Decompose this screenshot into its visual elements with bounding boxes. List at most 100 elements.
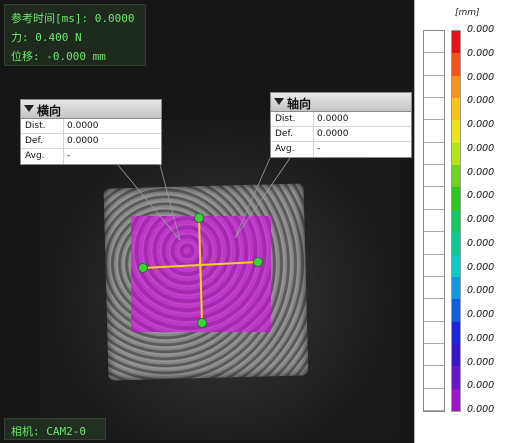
callout-axial[interactable]: 轴向 Dist. 0.0000 Def. 0.0000 Avg. -	[270, 92, 412, 158]
row-divider	[313, 112, 314, 126]
color-segment	[452, 53, 460, 77]
marker-right	[253, 257, 263, 267]
row-divider	[313, 127, 314, 141]
scale-tick-label: 0.000	[467, 142, 495, 154]
callout-row: Avg. -	[271, 142, 411, 157]
scale-tick-label: 0.000	[467, 380, 495, 392]
scale-grid-cell	[424, 255, 444, 277]
displacement-readout: 位移: -0.000 mm	[11, 50, 106, 63]
scale-grid-cell	[424, 187, 444, 210]
callout-row: Dist. 0.0000	[271, 112, 411, 127]
scale-tick-label: 0.000	[467, 119, 495, 130]
row-value: 0.0000	[317, 114, 349, 124]
scale-tick-label: 0.000	[467, 309, 495, 320]
row-value: -	[317, 144, 321, 154]
row-value: 0.0000	[67, 136, 99, 146]
color-segment	[452, 321, 460, 345]
row-divider	[63, 134, 64, 148]
scale-tick-label: 0.000	[467, 356, 495, 368]
color-segment	[452, 98, 460, 121]
scale-grid-cell	[424, 232, 444, 255]
callout-row: Dist. 0.0000	[21, 119, 161, 134]
color-segment	[452, 209, 460, 233]
color-segment	[452, 388, 460, 412]
scale-tick-label: 0.000	[467, 237, 495, 249]
scale-grid-cell	[424, 143, 444, 166]
scale-tick-label: 0.000	[467, 71, 495, 83]
marker-bottom	[197, 318, 207, 328]
row-label: Avg.	[25, 151, 45, 161]
vertical-extensometer-line	[198, 217, 203, 324]
force-readout: 力: 0.400 N	[11, 31, 82, 44]
row-value: 0.0000	[317, 129, 349, 139]
callout-row: Def. 0.0000	[271, 127, 411, 142]
color-segment	[452, 276, 460, 300]
row-label: Avg.	[275, 144, 295, 154]
leader-line-left-a	[117, 164, 181, 241]
callout-transverse[interactable]: 横向 Dist. 0.0000 Def. 0.0000 Avg. -	[20, 99, 162, 165]
scale-grid-cell	[424, 210, 444, 233]
row-divider	[313, 142, 314, 157]
row-label: Dist.	[25, 121, 46, 131]
camera-label-box: 相机: CAM2-0	[4, 418, 106, 440]
camera-label: 相机: CAM2-0	[11, 425, 86, 438]
scale-tick-label: 0.000	[467, 332, 495, 344]
color-segment	[452, 366, 460, 390]
scale-tick-label: 0.000	[467, 47, 495, 59]
row-label: Def.	[25, 136, 43, 146]
scale-tick-label: 0.000	[467, 214, 495, 225]
scale-grid-cell	[424, 389, 444, 411]
camera-viewport[interactable]: 参考时间[ms]: 0.0000 力: 0.400 N 位移: -0.000 m…	[0, 0, 414, 443]
scale-tick-label: 0.000	[467, 95, 495, 107]
leader-line-right-a	[234, 157, 291, 239]
leader-line-left-b	[159, 164, 181, 241]
color-segment	[452, 31, 460, 54]
scale-unit-label: [mm]	[455, 8, 480, 18]
scale-grid-cell	[424, 299, 444, 322]
scale-grid-cell	[424, 277, 444, 300]
color-segment	[452, 343, 460, 367]
callout-axial-header[interactable]: 轴向	[271, 93, 411, 112]
row-divider	[63, 119, 64, 133]
row-value: 0.0000	[67, 121, 99, 131]
color-segment	[452, 299, 460, 323]
row-label: Def.	[275, 129, 293, 139]
row-divider	[63, 149, 64, 164]
scale-grid-cell	[424, 366, 444, 389]
marker-left	[138, 263, 148, 273]
callout-row: Avg. -	[21, 149, 161, 164]
collapse-triangle-icon[interactable]	[274, 98, 284, 105]
scale-tick-label: 0.000	[467, 404, 495, 415]
scale-tick-label: 0.000	[467, 190, 495, 202]
scale-grid-cell	[424, 98, 444, 121]
measurement-info-panel: 参考时间[ms]: 0.0000 力: 0.400 N 位移: -0.000 m…	[4, 4, 146, 66]
callout-axial-title: 轴向	[287, 97, 312, 111]
callout-transverse-title: 横向	[37, 104, 62, 118]
scale-grid-cell	[424, 344, 444, 367]
row-value: -	[67, 151, 71, 161]
color-segment	[452, 187, 460, 211]
color-segment	[452, 232, 460, 256]
scale-tick-label: 0.000	[467, 261, 495, 273]
reference-time-readout: 参考时间[ms]: 0.0000	[11, 12, 135, 25]
leader-line-right-b	[234, 157, 271, 239]
scale-grid-cell	[424, 31, 444, 54]
collapse-triangle-icon[interactable]	[24, 105, 34, 112]
color-legend-bar	[451, 30, 461, 412]
scale-tick-label: 0.000	[467, 24, 495, 35]
color-segment	[452, 120, 460, 144]
scale-grid-cell	[424, 120, 444, 143]
scale-grid-cell	[424, 76, 444, 99]
scale-tick-label: 0.000	[467, 166, 495, 178]
measurement-overlay	[117, 157, 291, 328]
scale-grid	[423, 30, 445, 412]
row-label: Dist.	[275, 114, 296, 124]
color-segment	[452, 165, 460, 188]
scale-grid-cell	[424, 53, 444, 76]
color-segment	[452, 254, 460, 278]
color-segment	[452, 75, 460, 99]
scale-grid-cell	[424, 322, 444, 344]
callout-transverse-header[interactable]: 横向	[21, 100, 161, 119]
marker-top	[194, 213, 204, 223]
color-scale-panel: [mm] 0.000 0.000 0.000 0.000 0.000 0.000 0.000…	[414, 0, 512, 443]
